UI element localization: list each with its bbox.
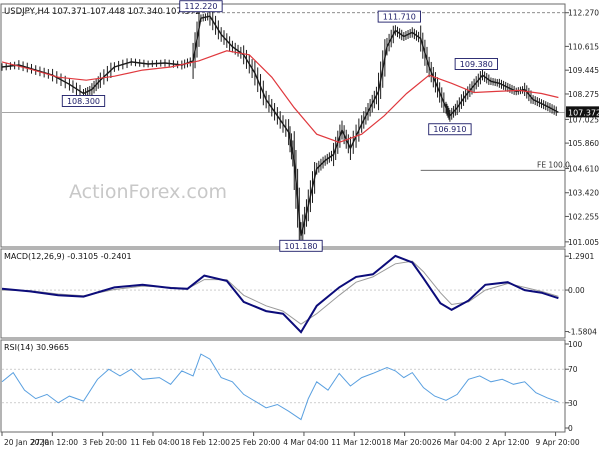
macd-axis-label: 1.2901 bbox=[568, 252, 594, 261]
price-axis-label: 104.610 bbox=[568, 165, 599, 174]
rsi-axis-label: 30 bbox=[568, 399, 578, 408]
price-axis-label: 108.275 bbox=[568, 90, 599, 99]
rsi-panel-frame bbox=[0, 339, 566, 433]
x-axis-label: 2 Apr 12:00 bbox=[485, 438, 529, 447]
x-axis-label: 18 Mar 20:00 bbox=[382, 438, 432, 447]
chart-title: USDJPY,H4 107.371 107.448 107.340 107.37… bbox=[4, 7, 201, 17]
rsi-title: RSI(14) 30.9665 bbox=[4, 343, 69, 352]
x-axis-label: 26 Mar 04:00 bbox=[432, 438, 482, 447]
current-price-value: 107.372 bbox=[568, 108, 600, 117]
current-price-marker: 107.372 bbox=[566, 106, 600, 118]
price-axis-label: 101.005 bbox=[568, 238, 599, 247]
price-annotation-label: 109.380 bbox=[460, 60, 493, 69]
x-axis-label: 9 Apr 20:00 bbox=[535, 438, 579, 447]
price-annotation-label: 111.710 bbox=[383, 13, 416, 22]
forex-chart: ActionForex.com USDJPY,H4 107.371 107.44… bbox=[0, 0, 600, 447]
price-annotation-label: 106.910 bbox=[433, 125, 466, 134]
x-axis-label: 25 Feb 20:00 bbox=[231, 438, 280, 447]
x-axis-label: 11 Mar 12:00 bbox=[331, 438, 381, 447]
price-axis-label: 105.860 bbox=[568, 139, 599, 148]
x-axis-label: 4 Mar 04:00 bbox=[283, 438, 329, 447]
x-axis-label: 18 Feb 12:00 bbox=[181, 438, 230, 447]
price-annotation-label: 108.300 bbox=[67, 97, 100, 106]
rsi-axis-label: 70 bbox=[568, 365, 578, 374]
price-annotation-label: 101.180 bbox=[284, 242, 317, 251]
fe-level-label: FE 100.0 bbox=[537, 160, 570, 169]
price-axis-label: 103.420 bbox=[568, 189, 599, 198]
rsi-axis-label: 0 bbox=[568, 424, 573, 433]
watermark: ActionForex.com bbox=[69, 181, 227, 203]
chart-window: ActionForex.com USDJPY,H4 107.371 107.44… bbox=[0, 0, 600, 450]
macd-axis-label: -1.5804 bbox=[568, 328, 597, 337]
macd-axis-label: 0.00 bbox=[568, 286, 585, 295]
price-axis-label: 110.615 bbox=[568, 42, 599, 51]
price-annotation-label: 112.220 bbox=[184, 2, 217, 11]
macd-title: MACD(12,26,9) -0.3105 -0.2401 bbox=[4, 252, 132, 261]
price-axis-label: 109.445 bbox=[568, 66, 599, 75]
price-axis-label: 102.255 bbox=[568, 212, 599, 221]
rsi-axis-label: 100 bbox=[568, 340, 583, 349]
x-axis-label: 11 Feb 04:00 bbox=[130, 438, 179, 447]
x-axis-label: 27 Jan 12:00 bbox=[31, 438, 79, 447]
price-axis-label: 112.270 bbox=[568, 9, 599, 18]
x-axis-label: 3 Feb 20:00 bbox=[82, 438, 127, 447]
